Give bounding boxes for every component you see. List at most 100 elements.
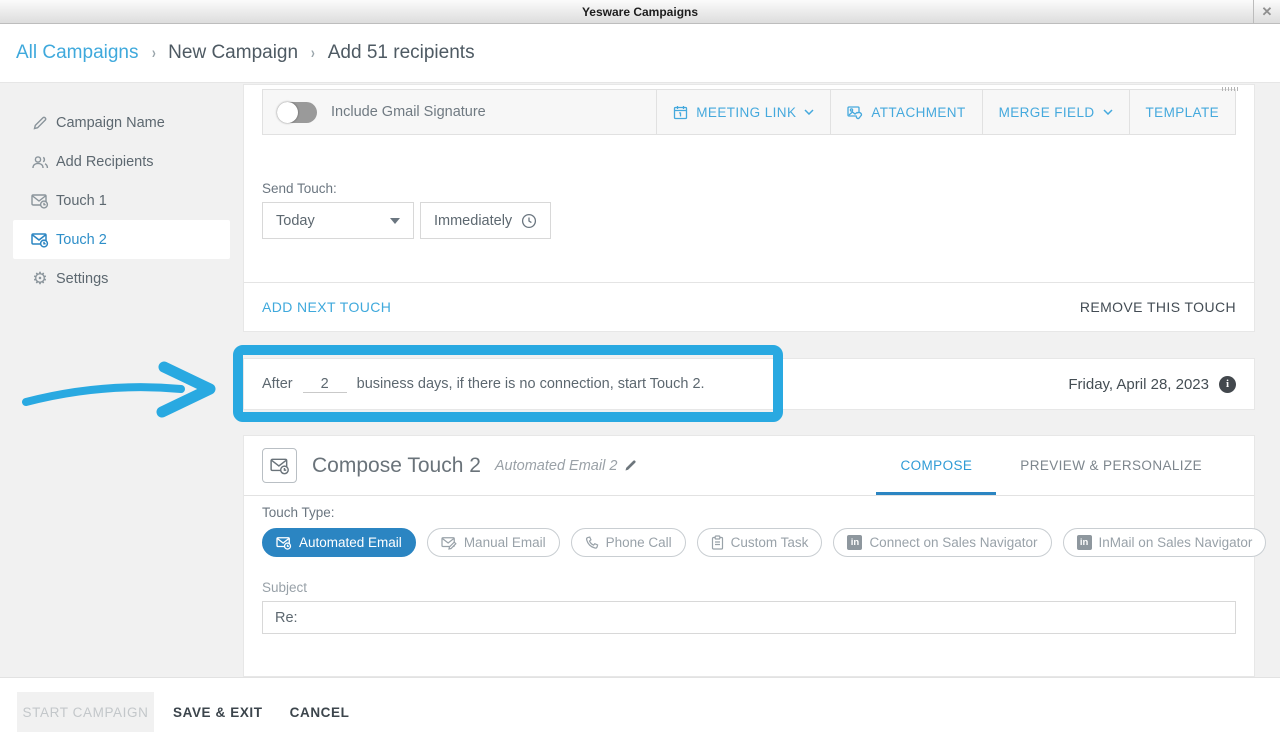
- touch2-card-header: Compose Touch 2 Automated Email 2 COMPOS…: [244, 436, 1254, 496]
- touch-type-label: Touch Type:: [262, 505, 1236, 520]
- pill-manual-email[interactable]: Manual Email: [427, 528, 560, 557]
- clipboard-icon: [711, 535, 724, 550]
- caret-down-icon: [390, 218, 400, 224]
- breadcrumb-new-campaign: New Campaign: [168, 42, 298, 64]
- meeting-link-button[interactable]: MEETING LINK: [656, 90, 830, 134]
- pill-phone-call[interactable]: Phone Call: [571, 528, 686, 557]
- send-date-value: Today: [276, 213, 315, 229]
- pill-connect-sales-navigator[interactable]: in Connect on Sales Navigator: [833, 528, 1051, 557]
- info-icon[interactable]: i: [1219, 376, 1236, 393]
- clock-icon: [521, 213, 537, 229]
- delay-prefix: After: [262, 376, 293, 392]
- people-icon: [31, 153, 49, 171]
- start-date-wrap: Friday, April 28, 2023 i: [1068, 376, 1236, 393]
- close-icon[interactable]: ✕: [1253, 0, 1280, 24]
- pill-label: Manual Email: [464, 535, 546, 550]
- linkedin-icon: in: [1077, 535, 1092, 550]
- save-exit-button[interactable]: SAVE & EXIT: [173, 705, 263, 720]
- pill-automated-email[interactable]: Automated Email: [262, 528, 416, 557]
- touch2-card-body: Touch Type: Automated Email: [244, 505, 1254, 634]
- window-title: Yesware Campaigns: [582, 5, 698, 19]
- phone-icon: [585, 536, 599, 550]
- attachment-icon: [847, 105, 863, 120]
- touch-type-options: Automated Email Manual Email: [262, 528, 1236, 557]
- gear-icon: ⚙: [31, 270, 49, 288]
- footer-bar: START CAMPAIGN SAVE & EXIT CANCEL: [0, 677, 1280, 746]
- touch2-tabs: COMPOSE PREVIEW & PERSONALIZE: [876, 436, 1226, 495]
- window-titlebar: Yesware Campaigns ✕: [0, 0, 1280, 24]
- touch2-card: Compose Touch 2 Automated Email 2 COMPOS…: [243, 435, 1255, 677]
- envelope-clock-icon: [262, 448, 297, 483]
- sidebar-item-touch-1[interactable]: Touch 1: [0, 181, 243, 220]
- send-touch-label: Send Touch:: [262, 181, 1254, 196]
- chevron-right-icon: ›: [151, 43, 155, 63]
- sidebar-item-label: Touch 2: [56, 232, 107, 248]
- gmail-signature-label: Include Gmail Signature: [331, 104, 486, 120]
- attachment-label: ATTACHMENT: [871, 105, 965, 120]
- gmail-signature-row: Include Gmail Signature: [263, 90, 656, 134]
- start-campaign-button[interactable]: START CAMPAIGN: [17, 692, 154, 732]
- tab-compose[interactable]: COMPOSE: [876, 436, 996, 495]
- breadcrumb: All Campaigns › New Campaign › Add 51 re…: [0, 24, 1280, 83]
- sidebar-item-label: Add Recipients: [56, 154, 154, 170]
- send-date-select[interactable]: Today: [262, 202, 414, 239]
- subject-input[interactable]: [262, 601, 1236, 634]
- touch2-title: Compose Touch 2: [312, 454, 481, 478]
- attachment-button[interactable]: ATTACHMENT: [830, 90, 981, 134]
- chevron-right-icon: ›: [311, 43, 315, 63]
- touch2-start-date: Friday, April 28, 2023: [1068, 376, 1209, 393]
- pill-label: Connect on Sales Navigator: [869, 535, 1037, 550]
- pill-label: Automated Email: [299, 535, 402, 550]
- compose-toolbar: Include Gmail Signature MEETING LINK: [262, 89, 1236, 135]
- linkedin-icon: in: [847, 535, 862, 550]
- subject-label: Subject: [262, 580, 1236, 595]
- send-time-value: Immediately: [434, 213, 512, 229]
- delay-suffix: business days, if there is no connection…: [357, 376, 705, 392]
- toggle-knob: [277, 102, 298, 123]
- delay-row-card: After business days, if there is no conn…: [243, 358, 1255, 410]
- main-column: Include Gmail Signature MEETING LINK: [243, 83, 1255, 677]
- breadcrumb-add-recipients: Add 51 recipients: [328, 42, 475, 64]
- chevron-down-icon: [1103, 109, 1113, 115]
- meeting-link-label: MEETING LINK: [696, 105, 796, 120]
- touch1-card: Include Gmail Signature MEETING LINK: [243, 84, 1255, 332]
- send-touch-controls: Today Immediately: [262, 202, 1254, 239]
- cancel-button[interactable]: CANCEL: [290, 705, 350, 720]
- sidebar-item-label: Touch 1: [56, 193, 107, 209]
- sidebar-item-touch-2[interactable]: Touch 2: [13, 220, 230, 259]
- pill-custom-task[interactable]: Custom Task: [697, 528, 823, 557]
- touch2-subtitle: Automated Email 2: [495, 458, 618, 474]
- chevron-down-icon: [804, 109, 814, 115]
- sidebar: Campaign Name Add Recipients: [0, 83, 243, 677]
- scroll-grip-icon: [1222, 87, 1238, 91]
- send-time-select[interactable]: Immediately: [420, 202, 551, 239]
- envelope-clock-icon: [31, 231, 49, 249]
- template-button[interactable]: TEMPLATE: [1129, 90, 1235, 134]
- tab-preview-personalize[interactable]: PREVIEW & PERSONALIZE: [996, 436, 1226, 495]
- business-days-input[interactable]: [303, 376, 347, 393]
- pill-label: Phone Call: [606, 535, 672, 550]
- pill-label: InMail on Sales Navigator: [1099, 535, 1253, 550]
- sidebar-item-label: Campaign Name: [56, 115, 165, 131]
- pill-label: Custom Task: [731, 535, 809, 550]
- add-next-touch-button[interactable]: ADD NEXT TOUCH: [262, 299, 391, 315]
- remove-this-touch-button[interactable]: REMOVE THIS TOUCH: [1080, 299, 1236, 315]
- edit-name-icon[interactable]: [624, 459, 637, 472]
- merge-field-button[interactable]: MERGE FIELD: [982, 90, 1129, 134]
- envelope-pencil-icon: [441, 536, 457, 550]
- pill-inmail-sales-navigator[interactable]: in InMail on Sales Navigator: [1063, 528, 1267, 557]
- sidebar-item-settings[interactable]: ⚙ Settings: [0, 259, 243, 298]
- breadcrumb-all-campaigns[interactable]: All Campaigns: [16, 42, 139, 64]
- sidebar-item-campaign-name[interactable]: Campaign Name: [0, 103, 243, 142]
- merge-field-label: MERGE FIELD: [999, 105, 1095, 120]
- gmail-signature-toggle[interactable]: [277, 102, 317, 123]
- touch1-card-footer: ADD NEXT TOUCH REMOVE THIS TOUCH: [244, 282, 1254, 331]
- envelope-clock-icon: [276, 536, 292, 550]
- yesware-campaigns-window: Yesware Campaigns ✕ All Campaigns › New …: [0, 0, 1280, 746]
- calendar-icon: [673, 105, 688, 120]
- envelope-clock-icon: [31, 192, 49, 210]
- template-label: TEMPLATE: [1146, 105, 1219, 120]
- sidebar-item-add-recipients[interactable]: Add Recipients: [0, 142, 243, 181]
- pencil-icon: [31, 114, 49, 132]
- content-area: Campaign Name Add Recipients: [0, 83, 1280, 677]
